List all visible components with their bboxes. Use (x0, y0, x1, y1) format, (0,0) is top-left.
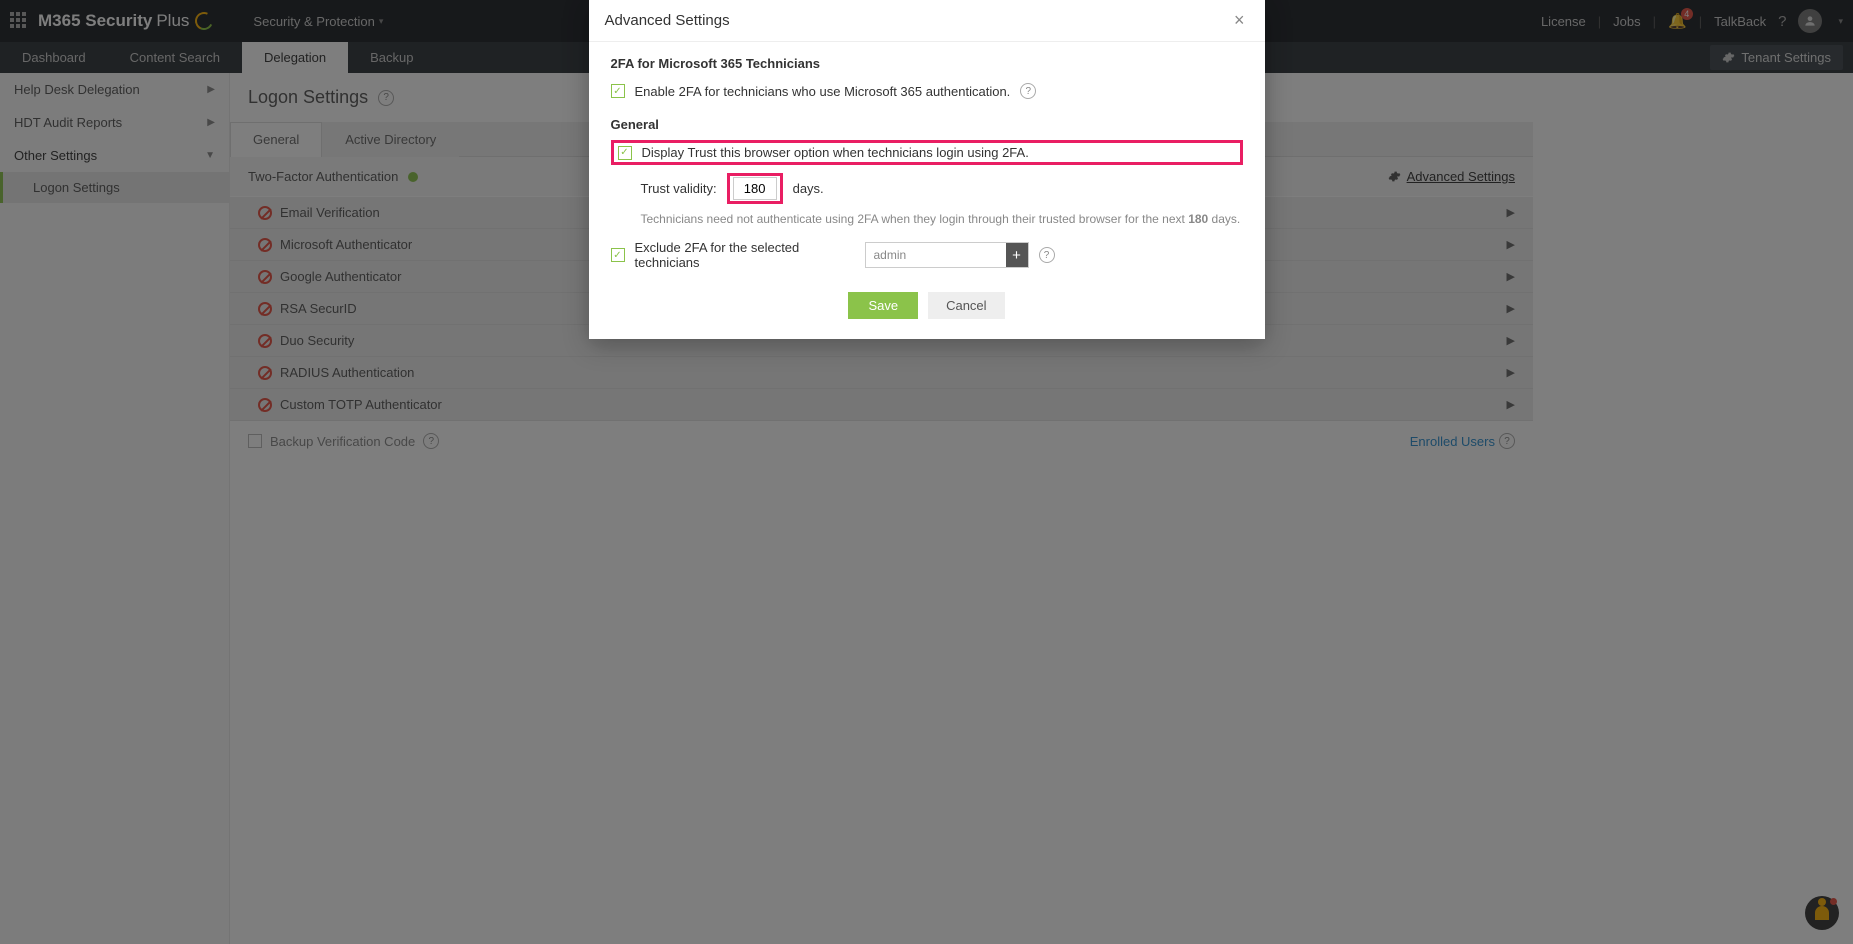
modal-header: Advanced Settings × (589, 0, 1265, 42)
advanced-settings-modal: Advanced Settings × 2FA for Microsoft 36… (589, 0, 1265, 339)
cancel-button[interactable]: Cancel (928, 292, 1004, 319)
trust-browser-label: Display Trust this browser option when t… (642, 145, 1029, 160)
add-user-button[interactable]: + (1006, 243, 1028, 267)
help-icon[interactable]: ? (1020, 83, 1036, 99)
section-title-2fa: 2FA for Microsoft 365 Technicians (611, 56, 1243, 71)
checkbox-checked-icon[interactable]: ✓ (611, 248, 625, 262)
trust-validity-row: Trust validity: days. (641, 165, 1243, 212)
exclude-users-input[interactable] (866, 244, 1006, 266)
modal-buttons: Save Cancel (611, 292, 1243, 319)
save-button[interactable]: Save (848, 292, 918, 319)
exclude-label: Exclude 2FA for the selected technicians (635, 240, 855, 270)
trust-days-suffix: days. (793, 181, 824, 196)
enable-2fa-row: ✓ Enable 2FA for technicians who use Mic… (611, 79, 1243, 103)
close-icon[interactable]: × (1230, 10, 1249, 31)
hint-pre: Technicians need not authenticate using … (641, 212, 1189, 226)
exclude-users-input-wrap: + (865, 242, 1029, 268)
modal-title: Advanced Settings (605, 12, 730, 29)
help-icon[interactable]: ? (1039, 247, 1055, 263)
trust-browser-highlight: ✓ Display Trust this browser option when… (611, 140, 1243, 165)
trust-days-input[interactable] (733, 177, 777, 200)
hint-post: days. (1208, 212, 1240, 226)
trust-validity-label: Trust validity: (641, 181, 717, 196)
section-title-general: General (611, 117, 1243, 132)
checkbox-checked-icon[interactable]: ✓ (618, 146, 632, 160)
exclude-2fa-row: ✓ Exclude 2FA for the selected technicia… (611, 236, 1243, 274)
checkbox-checked-icon[interactable]: ✓ (611, 84, 625, 98)
trust-days-highlight (727, 173, 783, 204)
hint-bold: 180 (1188, 212, 1208, 226)
trust-hint: Technicians need not authenticate using … (641, 212, 1243, 236)
enable-2fa-label: Enable 2FA for technicians who use Micro… (635, 84, 1011, 99)
modal-body: 2FA for Microsoft 365 Technicians ✓ Enab… (589, 42, 1265, 339)
